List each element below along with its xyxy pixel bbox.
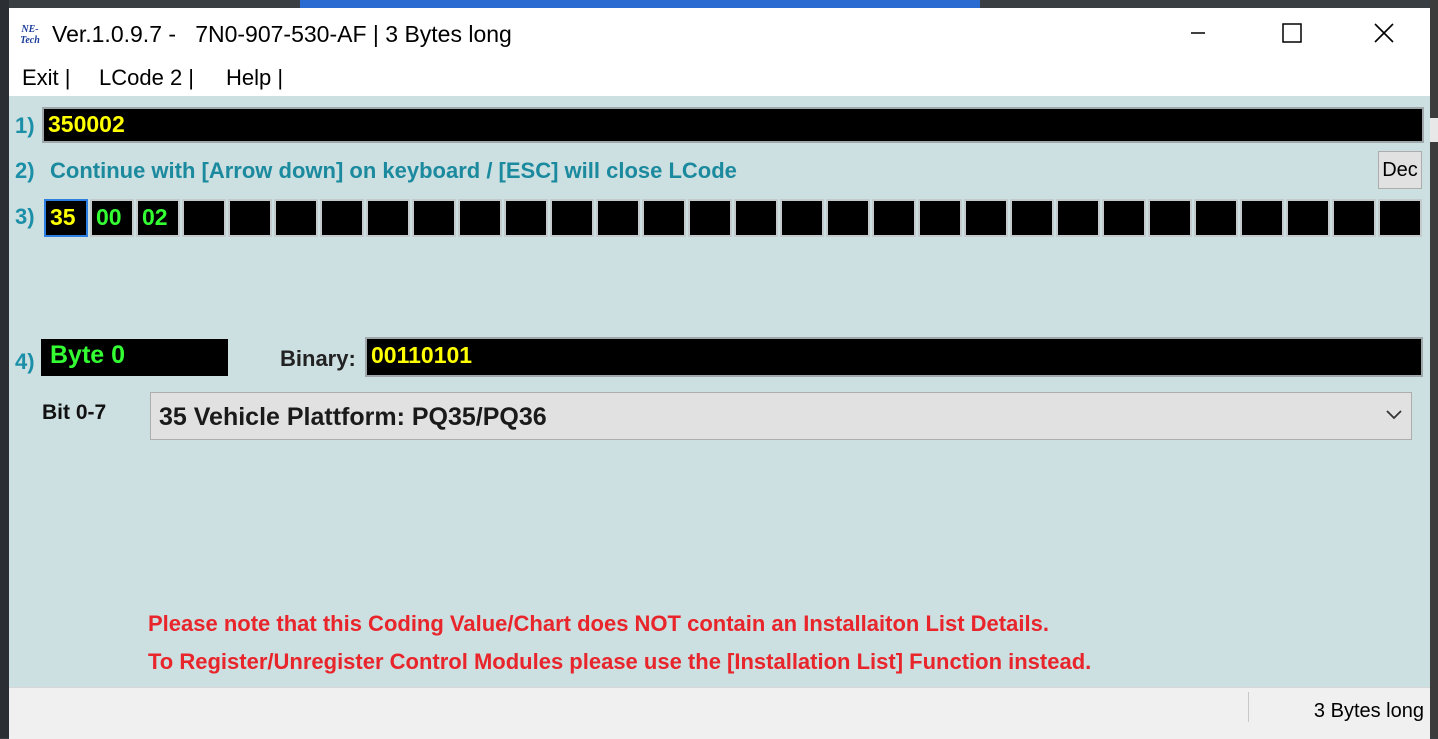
byte-cell[interactable] — [596, 199, 640, 237]
byte-cell[interactable] — [826, 199, 870, 237]
svg-text:NE-: NE- — [20, 24, 38, 35]
dropdown-selected-value: 35 Vehicle Plattform: PQ35/PQ36 — [159, 403, 547, 431]
close-icon — [1374, 23, 1394, 43]
chevron-down-icon — [1386, 410, 1402, 420]
byte-cell-value: 35 — [50, 204, 76, 230]
binary-field[interactable]: 00110101 — [365, 337, 1423, 377]
byte-cell[interactable] — [642, 199, 686, 237]
background-desktop — [0, 0, 9, 738]
byte-indicator: Byte 0 — [41, 339, 228, 376]
byte-cell[interactable] — [366, 199, 410, 237]
byte-cell[interactable] — [1148, 199, 1192, 237]
byte-cell-value: 02 — [142, 204, 168, 230]
byte-cell[interactable] — [1378, 199, 1422, 237]
byte-cell[interactable] — [320, 199, 364, 237]
byte-cell[interactable] — [550, 199, 594, 237]
maximize-button[interactable] — [1246, 8, 1338, 58]
byte-cell[interactable] — [274, 199, 318, 237]
minimize-button[interactable] — [1152, 8, 1244, 58]
coding-value-text: 350002 — [48, 111, 125, 137]
binary-value-text: 00110101 — [371, 342, 473, 368]
byte-cell[interactable] — [182, 199, 226, 237]
background-desktop-right — [1430, 0, 1438, 738]
byte-cell[interactable] — [1010, 199, 1054, 237]
background-edge-strip — [1430, 118, 1438, 142]
window-title: Ver.1.0.9.7 - 7N0-907-530-AF | 3 Bytes l… — [52, 21, 512, 47]
byte-cell[interactable] — [458, 199, 502, 237]
byte-cell[interactable] — [964, 199, 1008, 237]
menu-lcode2[interactable]: LCode 2 | — [99, 65, 194, 91]
byte-cell[interactable] — [1056, 199, 1100, 237]
byte-cell[interactable] — [1194, 199, 1238, 237]
bit-value-dropdown[interactable]: 35 Vehicle Plattform: PQ35/PQ36 — [150, 392, 1412, 440]
note-line-1: Please note that this Coding Value/Chart… — [148, 611, 1049, 636]
row-number-4: 4) — [15, 349, 35, 374]
dec-button[interactable]: Dec — [1378, 151, 1422, 189]
maximize-icon — [1282, 23, 1302, 43]
byte-cell[interactable]: 00 — [90, 199, 134, 237]
menu-help[interactable]: Help | — [226, 65, 283, 91]
byte-cell[interactable]: 02 — [136, 199, 180, 237]
byte-cell[interactable] — [1240, 199, 1284, 237]
row-number-1: 1) — [15, 113, 35, 138]
byte-indicator-text: Byte 0 — [50, 341, 126, 369]
binary-label: Binary: — [280, 346, 356, 371]
menu-bar: Exit | LCode 2 | Help | — [9, 58, 1430, 96]
app-logo-icon: NE- Tech — [15, 22, 45, 46]
coding-value-field[interactable]: 350002 — [42, 107, 1424, 143]
status-text: 3 Bytes long — [1313, 700, 1424, 722]
minimize-icon — [1191, 32, 1205, 34]
lcode-window: NE- Tech Ver.1.0.9.7 - 7N0-907-530-AF | … — [9, 8, 1430, 739]
byte-cell[interactable] — [872, 199, 916, 237]
row-number-3: 3) — [15, 204, 35, 229]
note-line-2: To Register/Unregister Control Modules p… — [148, 649, 1092, 674]
svg-text:Tech: Tech — [20, 35, 40, 46]
bit-range-label: Bit 0-7 — [42, 401, 107, 424]
title-bar[interactable]: NE- Tech Ver.1.0.9.7 - 7N0-907-530-AF | … — [9, 8, 1430, 58]
byte-cell[interactable]: 35 — [44, 199, 88, 237]
byte-cell[interactable] — [918, 199, 962, 237]
status-divider — [1248, 692, 1249, 722]
byte-cell[interactable] — [1332, 199, 1376, 237]
byte-cell[interactable] — [780, 199, 824, 237]
byte-cell[interactable] — [228, 199, 272, 237]
byte-cell[interactable] — [1286, 199, 1330, 237]
byte-cell[interactable] — [1102, 199, 1146, 237]
byte-cell[interactable] — [734, 199, 778, 237]
row-number-2: 2) — [15, 158, 35, 183]
instruction-hint: Continue with [Arrow down] on keyboard /… — [50, 158, 737, 183]
background-window-strip — [300, 0, 980, 8]
menu-exit[interactable]: Exit | — [22, 65, 71, 91]
byte-cell[interactable] — [504, 199, 548, 237]
status-bar: 3 Bytes long — [9, 687, 1430, 739]
byte-cell[interactable] — [688, 199, 732, 237]
byte-cell[interactable] — [412, 199, 456, 237]
close-button[interactable] — [1338, 8, 1430, 58]
byte-cell-value: 00 — [96, 204, 122, 230]
